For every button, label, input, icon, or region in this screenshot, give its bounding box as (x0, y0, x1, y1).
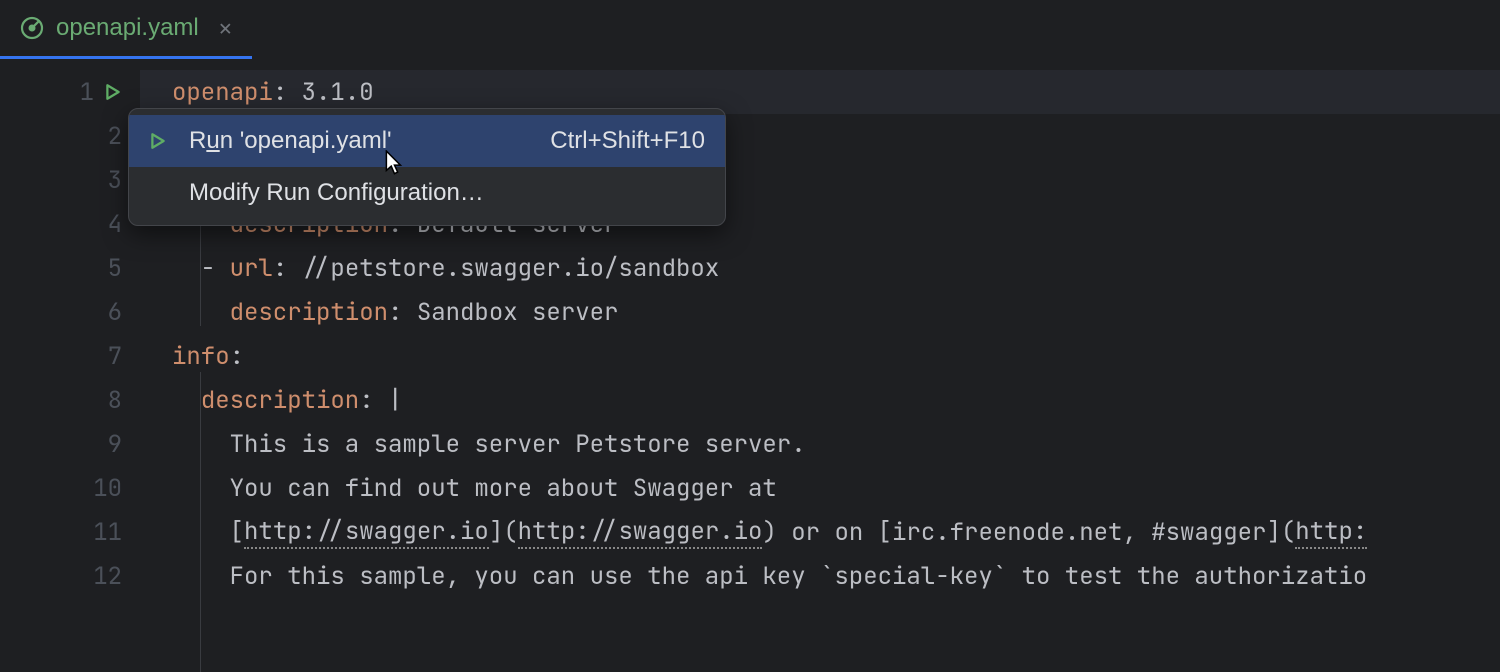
line-number: 3 (94, 165, 122, 196)
line-number: 8 (94, 385, 122, 416)
run-gutter-icon[interactable] (104, 83, 122, 101)
line-number: 9 (94, 429, 122, 460)
code-line[interactable]: description: Sandbox server (172, 290, 1500, 334)
line-number: 5 (94, 253, 122, 284)
close-tab-button[interactable]: ✕ (211, 14, 232, 43)
line-number: 1 (66, 77, 94, 108)
menu-label: Run 'openapi.yaml' (189, 127, 550, 155)
menu-shortcut: Ctrl+Shift+F10 (550, 127, 705, 155)
code-line[interactable]: This is a sample server Petstore server. (172, 422, 1500, 466)
run-context-menu: Run 'openapi.yaml' Ctrl+Shift+F10 Modify… (128, 108, 726, 226)
line-number: 10 (93, 473, 122, 504)
code-line[interactable]: description: | (172, 378, 1500, 422)
code-line[interactable]: You can find out more about Swagger at (172, 466, 1500, 510)
editor-gutter: 1 2 3 4 5 6 7 8 9 10 11 12 (0, 60, 140, 598)
line-number: 2 (94, 121, 122, 152)
line-number: 6 (94, 297, 122, 328)
line-number: 11 (93, 517, 122, 548)
line-number: 4 (94, 209, 122, 240)
code-line[interactable]: For this sample, you can use the api key… (172, 554, 1500, 598)
code-line[interactable]: - url: //petstore.swagger.io/sandbox (172, 246, 1500, 290)
menu-item-run[interactable]: Run 'openapi.yaml' Ctrl+Shift+F10 (129, 115, 725, 167)
file-tab-openapi[interactable]: openapi.yaml ✕ (0, 0, 252, 59)
line-number: 12 (93, 561, 122, 592)
indent-guide (200, 372, 201, 672)
menu-label: Modify Run Configuration… (189, 179, 705, 207)
editor-tab-bar: openapi.yaml ✕ (0, 0, 1500, 60)
code-line[interactable]: [http://swagger.io](http://swagger.io) o… (172, 510, 1500, 554)
line-number: 7 (94, 341, 122, 372)
play-icon (149, 132, 177, 150)
openapi-file-icon (20, 16, 44, 40)
code-line[interactable]: info: (172, 334, 1500, 378)
tab-filename: openapi.yaml (56, 14, 199, 42)
menu-item-modify-run-config[interactable]: Modify Run Configuration… (129, 167, 725, 219)
